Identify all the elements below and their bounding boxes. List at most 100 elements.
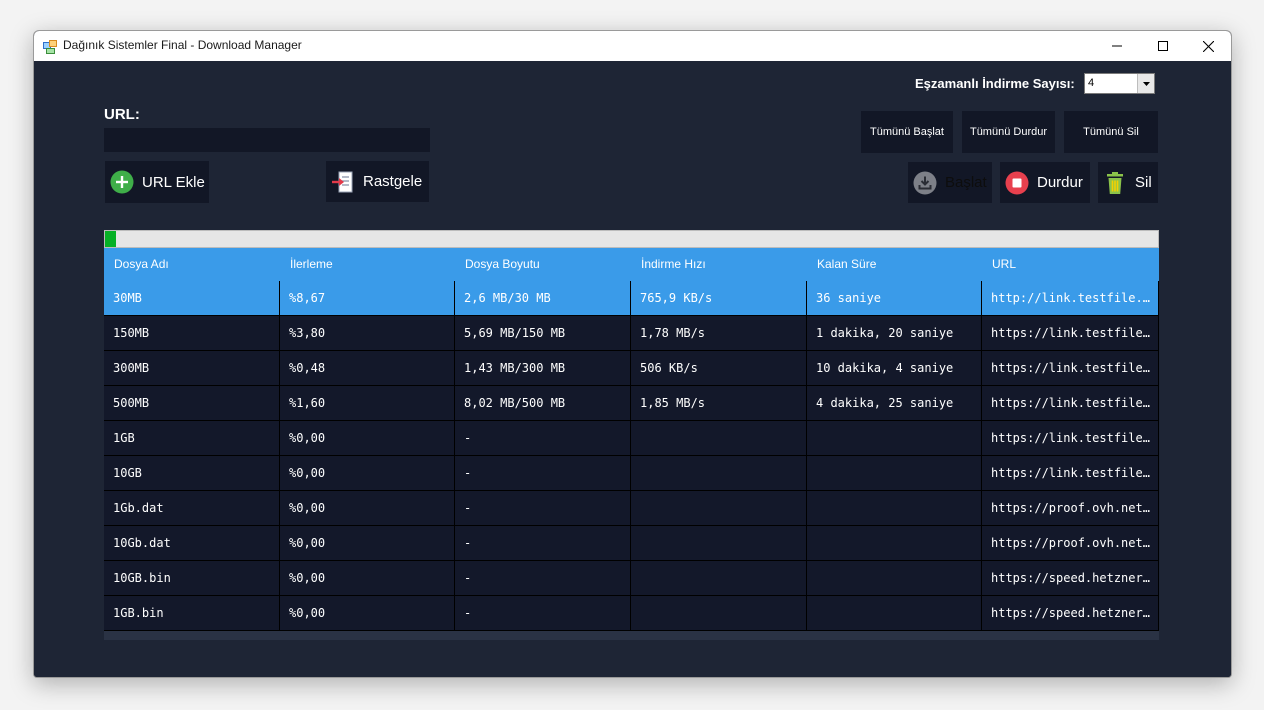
table-cell[interactable] [807, 561, 982, 596]
table-cell[interactable]: 10 dakika, 4 saniye [807, 351, 982, 386]
close-button[interactable] [1185, 31, 1231, 61]
table-cell[interactable] [631, 491, 807, 526]
column-header[interactable]: Kalan Süre [807, 248, 982, 281]
client-area: Eşzamanlı İndirme Sayısı: 4 URL: Tümünü … [34, 61, 1231, 677]
table-cell[interactable]: %0,00 [280, 526, 455, 561]
delete-button[interactable]: Sil [1098, 162, 1158, 203]
start-all-button[interactable]: Tümünü Başlat [861, 111, 953, 153]
table-cell[interactable]: %0,00 [280, 561, 455, 596]
maximize-button[interactable] [1140, 31, 1186, 61]
minimize-button[interactable] [1094, 31, 1140, 61]
table-cell[interactable]: https://proof.ovh.net/... [982, 526, 1159, 561]
stop-all-button[interactable]: Tümünü Durdur [962, 111, 1055, 153]
table-cell[interactable]: %8,67 [280, 281, 455, 316]
table-cell[interactable]: 506 KB/s [631, 351, 807, 386]
table-row[interactable]: 1Gb.dat %0,00- https://proof.ovh.net/... [104, 491, 1159, 526]
table-cell[interactable]: https://link.testfile.or... [982, 351, 1159, 386]
table-cell[interactable]: - [455, 596, 631, 631]
stop-icon [1005, 171, 1029, 195]
table-cell[interactable]: 1GB [104, 421, 280, 456]
table-cell[interactable]: - [455, 456, 631, 491]
table-cell[interactable]: - [455, 526, 631, 561]
table-cell[interactable] [631, 456, 807, 491]
table-cell[interactable]: https://speed.hetzner.... [982, 596, 1159, 631]
table-cell[interactable]: 10GB.bin [104, 561, 280, 596]
table-row[interactable]: 10Gb.dat %0,00- https://proof.ovh.net/... [104, 526, 1159, 561]
table-cell[interactable]: 1 dakika, 20 saniye [807, 316, 982, 351]
table-cell[interactable] [807, 596, 982, 631]
table-cell[interactable]: 765,9 KB/s [631, 281, 807, 316]
concurrency-select[interactable]: 4 [1084, 73, 1155, 94]
start-label: Başlat [945, 174, 987, 191]
table-cell[interactable]: 4 dakika, 25 saniye [807, 386, 982, 421]
table-cell[interactable] [807, 456, 982, 491]
minimize-icon [1112, 45, 1122, 47]
column-header[interactable]: Dosya Boyutu [455, 248, 631, 281]
delete-all-button[interactable]: Tümünü Sil [1064, 111, 1158, 153]
start-button[interactable]: Başlat [908, 162, 992, 203]
table-cell[interactable]: %0,48 [280, 351, 455, 386]
table-cell[interactable]: %0,00 [280, 596, 455, 631]
add-url-button[interactable]: URL Ekle [105, 161, 209, 203]
column-header[interactable]: URL [982, 248, 1159, 281]
table-cell[interactable]: - [455, 561, 631, 596]
table-cell[interactable]: 150MB [104, 316, 280, 351]
table-cell[interactable] [631, 596, 807, 631]
app-icon [43, 39, 57, 54]
concurrency-label: Eşzamanlı İndirme Sayısı: [915, 76, 1075, 91]
table-cell[interactable]: 36 saniye [807, 281, 982, 316]
table-cell[interactable] [807, 421, 982, 456]
table-cell[interactable]: - [455, 491, 631, 526]
table-cell[interactable]: %0,00 [280, 491, 455, 526]
table-cell[interactable]: 1,85 MB/s [631, 386, 807, 421]
table-cell[interactable]: 300MB [104, 351, 280, 386]
downloads-table[interactable]: Dosya Adı İlerleme Dosya Boyutu İndirme Hız… [104, 248, 1159, 640]
table-cell[interactable]: %3,80 [280, 316, 455, 351]
window-title: Dağınık Sistemler Final - Download Manag… [63, 38, 302, 52]
table-cell[interactable]: 500MB [104, 386, 280, 421]
dropdown-arrow-icon[interactable] [1137, 74, 1154, 93]
title-bar[interactable]: Dağınık Sistemler Final - Download Manag… [34, 31, 1231, 61]
table-cell[interactable]: 30MB [104, 281, 280, 316]
table-cell[interactable]: 10GB [104, 456, 280, 491]
table-cell[interactable]: https://proof.ovh.net/... [982, 491, 1159, 526]
table-row[interactable]: 1GB%0,00- https://link.testfile.or... [104, 421, 1159, 456]
table-cell[interactable]: 1,78 MB/s [631, 316, 807, 351]
table-cell[interactable] [631, 421, 807, 456]
table-cell[interactable]: 1Gb.dat [104, 491, 280, 526]
progress-fill [105, 231, 116, 247]
table-cell[interactable]: 5,69 MB/150 MB [455, 316, 631, 351]
table-cell[interactable]: http://link.testfile.org... [982, 281, 1159, 316]
table-cell[interactable]: https://link.testfile.or... [982, 421, 1159, 456]
table-cell[interactable]: https://link.testfile.or... [982, 456, 1159, 491]
table-row[interactable]: 150MB %3,80 5,69 MB/150 MB 1,78 MB/s 1 dakik… [104, 316, 1159, 351]
table-row[interactable]: 500MB %1,60 8,02 MB/500 MB 1,85 MB/s 4 dakik… [104, 386, 1159, 421]
column-header[interactable]: Dosya Adı [104, 248, 280, 281]
table-cell[interactable]: https://speed.hetzner.... [982, 561, 1159, 596]
random-button[interactable]: Rastgele [326, 161, 429, 202]
table-cell[interactable] [807, 491, 982, 526]
table-row[interactable]: 1GB.bin %0,00- https://speed.hetzner.... [104, 596, 1159, 631]
table-cell[interactable]: 1,43 MB/300 MB [455, 351, 631, 386]
table-cell[interactable]: %0,00 [280, 421, 455, 456]
table-cell[interactable]: 10Gb.dat [104, 526, 280, 561]
table-row[interactable]: 10GB%0,00- https://link.testfile.or... [104, 456, 1159, 491]
column-header[interactable]: İlerleme [280, 248, 455, 281]
table-cell[interactable] [807, 526, 982, 561]
table-cell[interactable]: 2,6 MB/30 MB [455, 281, 631, 316]
table-cell[interactable]: %0,00 [280, 456, 455, 491]
table-cell[interactable]: https://link.testfile.or... [982, 316, 1159, 351]
table-row[interactable]: 10GB.bin %0,00- https://speed.hetzner.... [104, 561, 1159, 596]
table-cell[interactable]: 1GB.bin [104, 596, 280, 631]
stop-button[interactable]: Durdur [1000, 162, 1090, 203]
table-row[interactable]: 30MB %8,67 2,6 MB/30 MB 765,9 KB/s 36 saniye… [104, 281, 1159, 316]
column-header[interactable]: İndirme Hızı [631, 248, 807, 281]
table-row[interactable]: 300MB %0,48 1,43 MB/300 MB 506 KB/s 10 dakik… [104, 351, 1159, 386]
table-cell[interactable]: - [455, 421, 631, 456]
table-cell[interactable] [631, 561, 807, 596]
table-cell[interactable]: https://link.testfile.or... [982, 386, 1159, 421]
table-cell[interactable]: 8,02 MB/500 MB [455, 386, 631, 421]
table-cell[interactable]: %1,60 [280, 386, 455, 421]
url-input[interactable] [104, 128, 430, 152]
table-cell[interactable] [631, 526, 807, 561]
